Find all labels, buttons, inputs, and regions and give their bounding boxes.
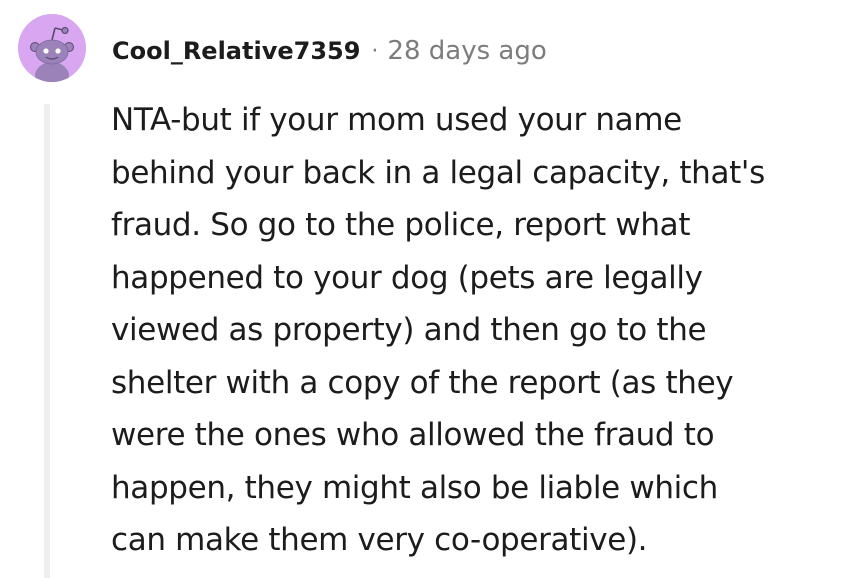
avatar[interactable]	[18, 14, 86, 82]
comment: Cool_Relative7359 · 28 days ago NTA-but …	[0, 0, 841, 578]
comment-body-line: were the ones who allowed the fraud to	[111, 417, 715, 453]
comment-body-line: can make them very co-operative).	[111, 522, 648, 558]
meta-separator: ·	[371, 38, 379, 64]
comment-timestamp[interactable]: 28 days ago	[387, 36, 546, 66]
comment-body-line: NTA-but if your mom used your name	[111, 102, 682, 138]
comment-header: Cool_Relative7359 · 28 days ago	[112, 30, 547, 72]
comment-author[interactable]: Cool_Relative7359	[112, 37, 360, 65]
comment-body-line: behind your back in a legal capacity, th…	[111, 154, 765, 191]
comment-body-line: viewed as property) and then go to the	[111, 312, 707, 348]
comment-body-line: shelter with a copy of the report (as th…	[111, 364, 734, 401]
comment-body-line: happened to your dog (pets are legally	[111, 259, 703, 296]
comment-body-line: happen, they might also be liable which	[111, 469, 718, 506]
comment-body: NTA-but if your mom used your name behind…	[111, 94, 821, 567]
snoo-avatar-icon	[18, 14, 86, 82]
comment-body-line: fraud. So go to the police, report what	[111, 207, 691, 243]
thread-collapse-line[interactable]	[44, 104, 50, 578]
